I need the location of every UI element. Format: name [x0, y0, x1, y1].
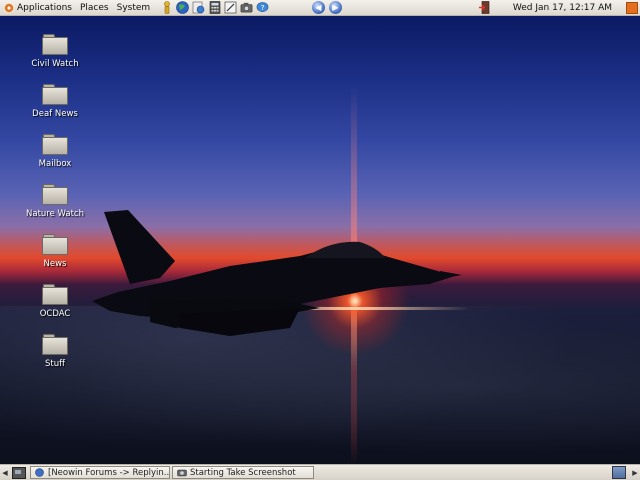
- taskbar-button-label: [Neowin Forums -> Replyin...: [48, 467, 170, 478]
- notification-icon[interactable]: [626, 1, 638, 14]
- ubuntu-logo-icon: [4, 2, 14, 13]
- folder-icon: [42, 284, 68, 305]
- show-desktop-icon[interactable]: [12, 466, 26, 479]
- screenshot-camera-icon[interactable]: [240, 1, 253, 14]
- desktop-icon-nature-watch[interactable]: Nature Watch: [20, 184, 90, 219]
- browser-icon: [35, 468, 44, 477]
- desktop-icon-news[interactable]: News: [20, 234, 90, 269]
- web-browser-icon[interactable]: [176, 1, 189, 14]
- forward-icon[interactable]: ▶: [328, 1, 342, 14]
- applications-menu-label: Applications: [17, 2, 72, 13]
- taskbar-button-neowin[interactable]: [Neowin Forums -> Replyin...: [30, 466, 170, 479]
- camera-icon: [177, 468, 187, 477]
- email-client-icon[interactable]: [192, 1, 205, 14]
- desktop-icon-ocdac[interactable]: OCDAC: [20, 284, 90, 319]
- folder-icon: [42, 184, 68, 205]
- folder-icon: [42, 234, 68, 255]
- folder-icon: [42, 84, 68, 105]
- places-menu[interactable]: Places: [76, 0, 113, 16]
- taskbar-button-label: Starting Take Screenshot: [190, 467, 296, 478]
- workspace-switcher[interactable]: [612, 466, 626, 479]
- bottom-panel: ◀ [Neowin Forums -> Replyin... Starting …: [0, 464, 640, 480]
- taskbar-button-take-screenshot[interactable]: Starting Take Screenshot: [172, 466, 314, 479]
- folder-icon: [42, 34, 68, 55]
- desktop-icon-stuff[interactable]: Stuff: [20, 334, 90, 369]
- clock[interactable]: Wed Jan 17, 12:17 AM: [513, 3, 612, 13]
- back-icon[interactable]: ◀: [311, 1, 325, 14]
- desktop-icon-label: OCDAC: [39, 309, 71, 319]
- desktop-wallpaper: [0, 16, 640, 464]
- applications-menu[interactable]: Applications: [0, 0, 76, 16]
- system-menu[interactable]: System: [113, 0, 155, 16]
- calculator-icon[interactable]: [208, 1, 221, 14]
- logout-icon[interactable]: [478, 1, 491, 14]
- desktop-icon-deaf-news[interactable]: Deaf News: [20, 84, 90, 119]
- text-editor-icon[interactable]: [224, 1, 237, 14]
- places-menu-label: Places: [79, 2, 109, 13]
- desktop-icon-label: Deaf News: [32, 109, 78, 119]
- panel-scroll-left-icon[interactable]: ◀: [0, 466, 10, 480]
- accessibility-icon[interactable]: [160, 1, 173, 14]
- system-menu-label: System: [116, 2, 151, 13]
- desktop-icon-label: Mailbox: [38, 159, 72, 169]
- svg-text:?: ?: [261, 3, 265, 12]
- desktop-icon-label: Civil Watch: [31, 59, 79, 69]
- top-panel: Applications Places System ? ◀ ▶ Wed Jan…: [0, 0, 640, 16]
- desktop-icon-mailbox[interactable]: Mailbox: [20, 134, 90, 169]
- folder-icon: [42, 334, 68, 355]
- desktop-icon-label: News: [43, 259, 67, 269]
- desktop-icon-civil-watch[interactable]: Civil Watch: [20, 34, 90, 69]
- help-icon[interactable]: ?: [256, 1, 269, 14]
- launcher-group: ?: [160, 1, 269, 14]
- desktop-icon-label: Stuff: [45, 359, 65, 369]
- jet-silhouette: [92, 210, 462, 336]
- folder-icon: [42, 134, 68, 155]
- panel-scroll-right-icon[interactable]: ▶: [630, 466, 640, 480]
- desktop-icon-label: Nature Watch: [26, 209, 84, 219]
